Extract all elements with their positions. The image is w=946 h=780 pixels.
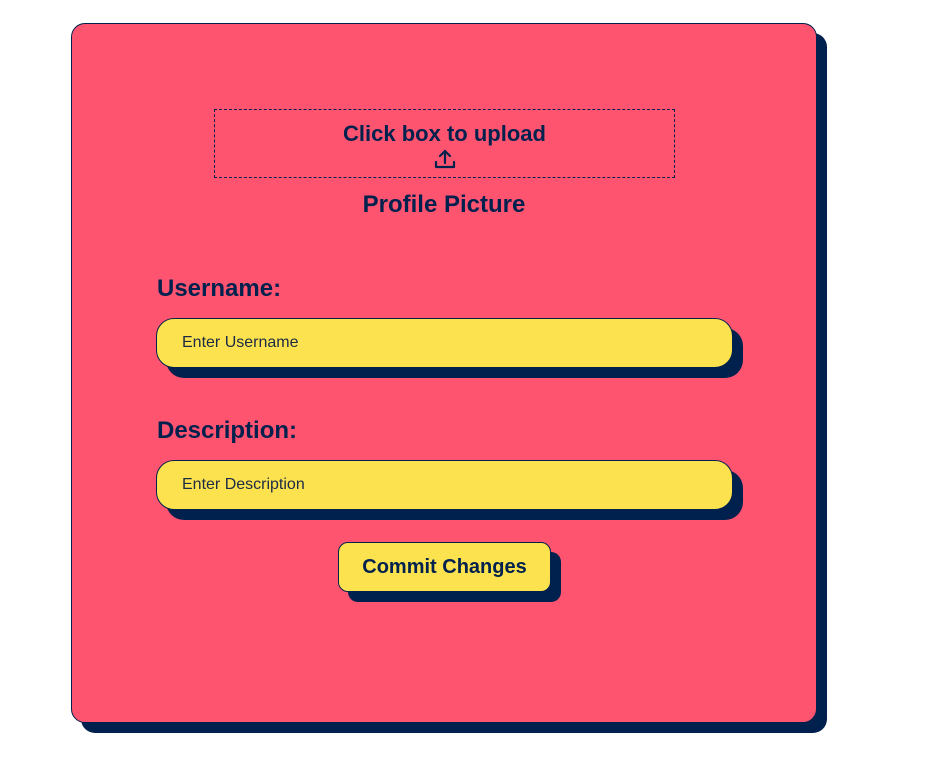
commit-changes-button[interactable]: Commit Changes [338, 542, 551, 592]
username-input[interactable] [156, 318, 733, 368]
description-label: Description: [157, 417, 298, 444]
upload-label: Click box to upload [343, 121, 546, 146]
profile-picture-label: Profile Picture [362, 191, 526, 218]
username-label: Username: [157, 275, 282, 302]
profile-edit-card: Click box to upload Profile Picture User… [71, 23, 817, 723]
upload-icon [433, 147, 457, 171]
description-input[interactable] [156, 460, 733, 510]
profile-picture-upload-box[interactable]: Click box to upload [214, 109, 675, 178]
